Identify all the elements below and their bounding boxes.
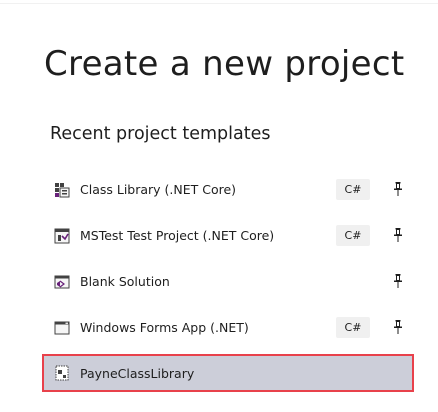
custom-template-icon [55, 365, 69, 381]
template-name: MSTest Test Project (.NET Core) [80, 228, 275, 243]
class-library-icon [55, 183, 70, 198]
template-item-payne-class-library[interactable]: PayneClassLibrary [42, 354, 414, 392]
pin-icon[interactable] [392, 273, 404, 289]
recent-templates-list: Class Library (.NET Core) C# MSTest Test… [42, 168, 414, 392]
create-project-dialog: Create a new project Recent project temp… [0, 0, 438, 412]
language-badge: C# [336, 225, 370, 246]
pin-icon[interactable] [392, 181, 404, 197]
blank-solution-icon [54, 275, 70, 289]
template-name: Windows Forms App (.NET) [80, 320, 249, 335]
test-project-icon [54, 228, 70, 244]
pin-icon[interactable] [392, 227, 404, 243]
template-name: Class Library (.NET Core) [80, 182, 237, 197]
template-item-mstest[interactable]: MSTest Test Project (.NET Core) C# [42, 214, 414, 260]
window-top-edge [0, 0, 438, 4]
template-item-windows-forms[interactable]: Windows Forms App (.NET) C# [42, 306, 414, 352]
recent-templates-heading: Recent project templates [50, 124, 271, 144]
template-name: PayneClassLibrary [80, 366, 195, 381]
pin-icon[interactable] [392, 319, 404, 335]
template-item-class-library[interactable]: Class Library (.NET Core) C# [42, 168, 414, 214]
language-badge: C# [336, 179, 370, 200]
template-item-blank-solution[interactable]: Blank Solution [42, 260, 414, 306]
language-badge: C# [336, 317, 370, 338]
template-name: Blank Solution [80, 274, 170, 289]
page-title: Create a new project [44, 44, 405, 84]
windows-forms-icon [54, 321, 70, 335]
